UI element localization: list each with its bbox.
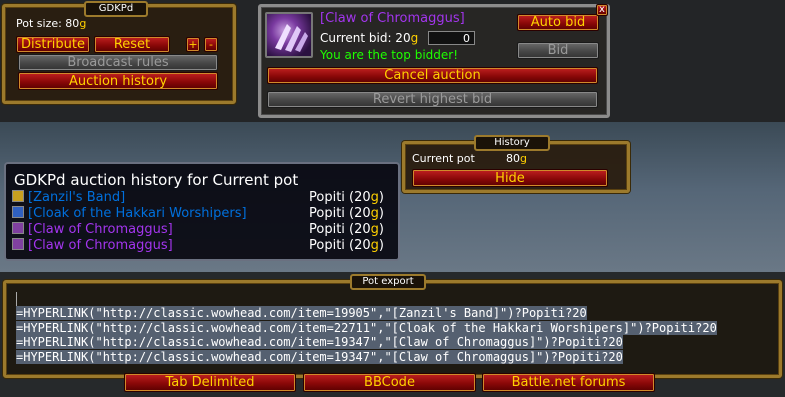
- history-title: History: [474, 135, 550, 151]
- tooltip-row: [Zanzil's Band] Popiti (20g): [12, 190, 392, 206]
- tooltip-row: [Claw of Chromaggus] Popiti (20g): [12, 238, 392, 254]
- tab-delimited-button[interactable]: Tab Delimited: [124, 373, 296, 392]
- winner-text: Popiti (20: [309, 206, 371, 221]
- revert-highest-bid-button[interactable]: Revert highest bid: [267, 91, 598, 108]
- tooltip-item-name: [Claw of Chromaggus]: [28, 238, 173, 253]
- pot-value-text: 80: [506, 152, 520, 165]
- tooltip-row: [Cloak of the Hakkari Worshipers] Popiti…: [12, 206, 392, 222]
- gold-suffix: g: [370, 206, 379, 221]
- tooltip-winner: Popiti (20g): [309, 238, 384, 253]
- export-line-text: =HYPERLINK("http://classic.wowhead.com/i…: [16, 306, 587, 320]
- gdkpd-title: GDKPd: [84, 1, 148, 17]
- gold-suffix: g: [370, 238, 379, 253]
- pot-size-label: Pot size: 80g: [16, 17, 86, 30]
- tooltip-item-name: [Zanzil's Band]: [28, 190, 126, 205]
- export-line-text: =HYPERLINK("http://classic.wowhead.com/i…: [16, 335, 623, 349]
- close-paren: ): [378, 222, 384, 237]
- tooltip-title: GDKPd auction history for Current pot: [14, 171, 299, 189]
- claw-icon: [275, 24, 308, 52]
- close-paren: ): [378, 190, 384, 205]
- gold-suffix: g: [79, 17, 87, 30]
- reset-button[interactable]: Reset: [94, 36, 170, 53]
- text-cursor: [16, 292, 17, 306]
- plus-button[interactable]: +: [186, 37, 200, 52]
- export-line: =HYPERLINK("http://classic.wowhead.com/i…: [16, 349, 764, 365]
- export-line: =HYPERLINK("http://classic.wowhead.com/i…: [16, 306, 764, 321]
- current-bid-text: Current bid: 20: [320, 31, 411, 45]
- auction-history-button[interactable]: Auction history: [18, 72, 218, 90]
- pot-export-title: Pot export: [350, 274, 426, 290]
- cloak-icon: [12, 206, 24, 218]
- gold-suffix: g: [410, 31, 419, 45]
- hide-button[interactable]: Hide: [412, 169, 608, 187]
- claw-icon: [12, 222, 24, 234]
- minus-button[interactable]: -: [204, 37, 218, 52]
- auto-bid-button[interactable]: Auto bid: [517, 14, 599, 31]
- gold-suffix: g: [370, 190, 379, 205]
- cancel-auction-button[interactable]: Cancel auction: [267, 67, 598, 84]
- gold-suffix: g: [370, 222, 379, 237]
- winner-text: Popiti (20: [309, 222, 371, 237]
- close-button[interactable]: x: [596, 4, 608, 16]
- tooltip-item-name: [Claw of Chromaggus]: [28, 222, 173, 237]
- claw-icon: [12, 238, 24, 250]
- tooltip-winner: Popiti (20g): [309, 206, 384, 221]
- export-line-text: =HYPERLINK("http://classic.wowhead.com/i…: [16, 349, 623, 364]
- winner-text: Popiti (20: [309, 238, 371, 253]
- export-line: =HYPERLINK("http://classic.wowhead.com/i…: [16, 320, 764, 336]
- bid-button[interactable]: Bid: [517, 42, 599, 59]
- distribute-button[interactable]: Distribute: [16, 36, 90, 53]
- close-paren: ): [378, 206, 384, 221]
- close-paren: ): [378, 238, 384, 253]
- item-icon: [265, 12, 313, 58]
- ring-icon: [12, 190, 24, 202]
- current-pot-label: Current pot: [412, 152, 475, 165]
- current-pot-value: 80g: [506, 152, 527, 165]
- tooltip-winner: Popiti (20g): [309, 222, 384, 237]
- bid-input[interactable]: 0: [428, 31, 475, 45]
- tooltip-row: [Claw of Chromaggus] Popiti (20g): [12, 222, 392, 238]
- pot-size-text: Pot size: 80: [16, 17, 80, 30]
- export-line: =HYPERLINK("http://classic.wowhead.com/i…: [16, 335, 764, 350]
- top-bidder-text: You are the top bidder!: [320, 48, 459, 62]
- tooltip-rows: [Zanzil's Band] Popiti (20g) [Cloak of t…: [12, 190, 392, 254]
- bbcode-button[interactable]: BBCode: [303, 373, 476, 392]
- tooltip-item-name: [Cloak of the Hakkari Worshipers]: [28, 206, 247, 221]
- current-bid-label: Current bid: 20g: [320, 31, 418, 45]
- export-textbox[interactable]: =HYPERLINK("http://classic.wowhead.com/i…: [16, 292, 764, 366]
- export-line-text: =HYPERLINK("http://classic.wowhead.com/i…: [16, 320, 717, 335]
- auction-item-name[interactable]: [Claw of Chromaggus]: [320, 11, 465, 26]
- tooltip-winner: Popiti (20g): [309, 190, 384, 205]
- gold-suffix: g: [520, 152, 527, 165]
- winner-text: Popiti (20: [309, 190, 371, 205]
- battlenet-forums-button[interactable]: Battle.net forums: [482, 373, 655, 392]
- broadcast-rules-button[interactable]: Broadcast rules: [18, 54, 218, 71]
